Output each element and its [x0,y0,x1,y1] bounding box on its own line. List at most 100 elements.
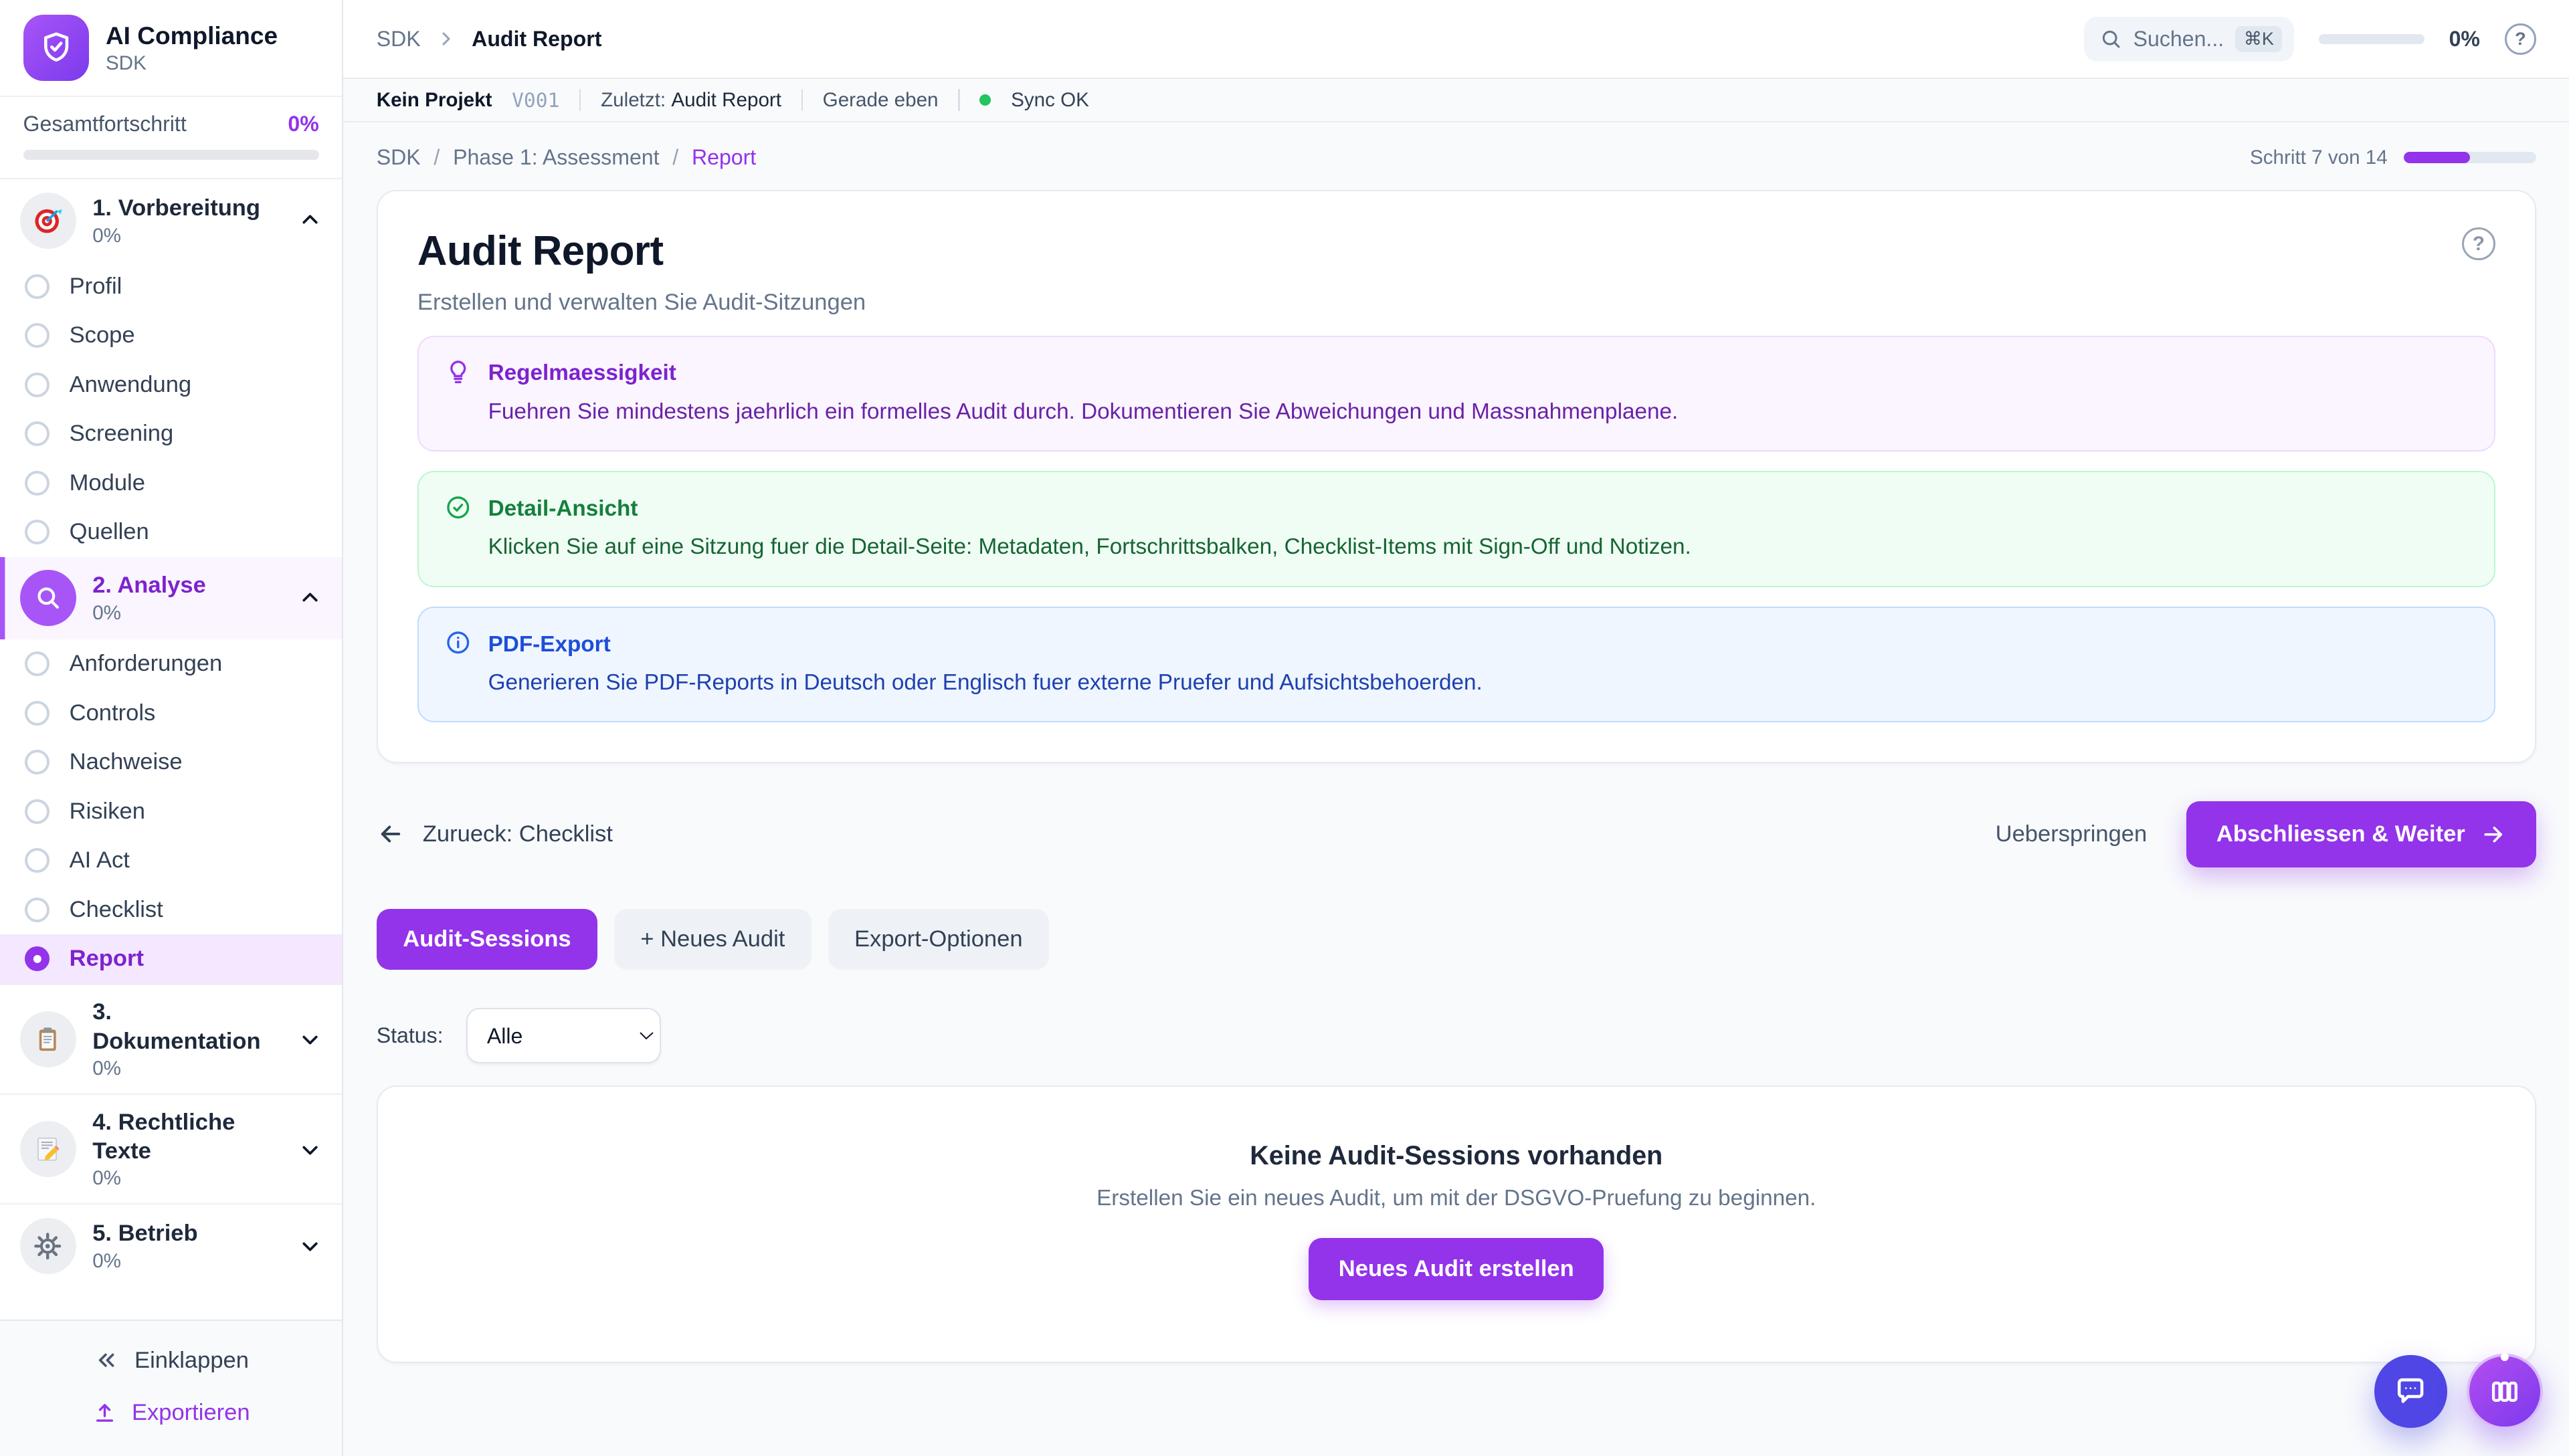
sidebar-item-scope[interactable]: Scope [0,311,342,360]
search-input[interactable]: Suchen... ⌘K [2084,17,2294,62]
tab-neues-audit[interactable]: + Neues Audit [614,909,812,970]
wizard-nav-row: Zurueck: Checklist Ueberspringen Abschli… [377,801,2536,867]
page-breadcrumb-row: SDK / Phase 1: Assessment / Report Schri… [377,145,2536,170]
sidebar-item-ai-act[interactable]: AI Act [0,836,342,886]
create-audit-button[interactable]: Neues Audit erstellen [1309,1238,1604,1301]
section-label: 1. Vorbereitung [92,194,260,223]
sidebar-item-anforderungen[interactable]: Anforderungen [0,639,342,689]
info-circle-icon [445,629,471,700]
audit-report-card: Audit Report ? Erstellen und verwalten S… [377,190,2536,764]
last-visited: Zuletzt: Audit Report [601,89,781,112]
radio-icon [25,373,50,397]
item-label: Module [70,470,145,496]
info-title: Regelmaessigkeit [488,356,1679,390]
sidebar-item-module[interactable]: Module [0,459,342,508]
help-icon[interactable]: ? [2505,23,2536,55]
status-select[interactable]: Alle [466,1008,661,1064]
app-subtitle: SDK [106,52,278,75]
card-help-icon[interactable]: ? [2462,227,2495,260]
last-label: Zuletzt: [601,89,666,111]
sidebar-item-report[interactable]: Report [0,934,342,984]
meta-statusbar: Kein Projekt V001 Zuletzt: Audit Report … [343,79,2569,122]
section-pct: 0% [92,1167,281,1190]
item-label: Profil [70,274,122,300]
sidebar-section-vorbereitung[interactable]: 1. Vorbereitung 0% [0,179,342,262]
help-glyph: ? [2473,233,2485,255]
app-title: AI Compliance [106,21,278,50]
breadcrumb-root[interactable]: SDK [377,27,421,51]
radio-icon [25,421,50,446]
item-label: Anwendung [70,372,192,398]
skip-button[interactable]: Ueberspringen [1996,821,2148,847]
back-button[interactable]: Zurueck: Checklist [377,820,613,848]
overall-progress-label: Gesamtfortschritt [23,112,187,136]
chevron-down-icon [298,1137,322,1162]
board-fab-button[interactable] [2467,1354,2543,1430]
empty-state-text: Erstellen Sie ein neues Audit, um mit de… [411,1186,2501,1211]
section-pct: 0% [92,225,260,247]
export-label: Exportieren [132,1400,250,1426]
sidebar-section-dokumentation[interactable]: 3. Dokumentation 0% [0,984,342,1094]
tab-audit-sessions[interactable]: Audit-Sessions [377,909,597,970]
sidebar-item-anwendung[interactable]: Anwendung [0,360,342,409]
memo-icon [20,1121,76,1177]
radio-icon [25,323,50,348]
collapse-sidebar-button[interactable]: Einklappen [93,1347,249,1373]
arrow-right-icon [2480,821,2506,847]
tab-export-optionen[interactable]: Export-Optionen [828,909,1050,970]
tabs: Audit-Sessions + Neues Audit Export-Opti… [377,909,2536,970]
section-pct: 0% [92,1250,197,1273]
sidebar-section-analyse[interactable]: 2. Analyse 0% [0,557,342,639]
item-label: Report [70,946,144,972]
item-label: AI Act [70,847,130,873]
item-label: Risiken [70,799,145,825]
sidebar-nav: 1. Vorbereitung 0% Profil Scope Anwendun… [0,179,342,1320]
complete-next-button[interactable]: Abschliessen & Weiter [2186,801,2536,867]
sync-status: Sync OK [1011,89,1089,112]
breadcrumb-current: Audit Report [472,27,601,51]
sidebar-section-betrieb[interactable]: 5. Betrieb 0% [0,1203,342,1287]
page-subtitle: Erstellen und verwalten Sie Audit-Sitzun… [417,290,2495,316]
page-content: SDK / Phase 1: Assessment / Report Schri… [343,122,2569,1456]
status-filter-row: Status: Alle [377,1008,2536,1064]
status-label: Status: [377,1023,444,1048]
last-time: Gerade eben [823,89,939,112]
sidebar-item-checklist[interactable]: Checklist [0,886,342,935]
item-label: Checklist [70,897,163,923]
page-breadcrumb: SDK / Phase 1: Assessment / Report [377,145,757,170]
chat-fab-button[interactable] [2374,1355,2447,1428]
section-pct: 0% [92,1057,281,1080]
chevron-up-icon [298,586,322,611]
page-title: Audit Report [417,227,664,275]
crumb-project[interactable]: SDK [377,145,421,170]
crumb-phase[interactable]: Phase 1: Assessment [453,145,659,170]
chevron-up-icon [298,208,322,233]
item-label: Quellen [70,519,149,545]
section-label: 5. Betrieb [92,1219,197,1248]
sidebar-item-quellen[interactable]: Quellen [0,508,342,557]
item-label: Screening [70,421,174,447]
floating-buttons [2374,1354,2543,1430]
arrow-left-icon [377,820,405,848]
collapse-label: Einklappen [134,1348,249,1374]
sidebar-item-risiken[interactable]: Risiken [0,787,342,837]
sidebar-section-rechtliche-texte[interactable]: 4. Rechtliche Texte 0% [0,1094,342,1203]
section-label: 3. Dokumentation [92,998,281,1055]
radio-icon [25,520,50,544]
empty-state-title: Keine Audit-Sessions vorhanden [411,1141,2501,1171]
radio-icon [25,750,50,774]
double-chevron-left-icon [93,1347,119,1373]
breadcrumb: SDK Audit Report [377,27,602,51]
divider [801,89,803,110]
export-button[interactable]: Exportieren [92,1400,250,1426]
empty-state-card: Keine Audit-Sessions vorhanden Erstellen… [377,1085,2536,1363]
item-label: Controls [70,700,156,726]
info-box-detail-ansicht: Detail-Ansicht Klicken Sie auf eine Sitz… [417,471,2495,587]
sidebar-item-profil[interactable]: Profil [0,262,342,311]
sidebar-item-nachweise[interactable]: Nachweise [0,738,342,787]
item-label: Scope [70,322,135,348]
chevron-down-icon [298,1233,322,1258]
sidebar-item-controls[interactable]: Controls [0,688,342,738]
radio-icon [25,651,50,676]
sidebar-item-screening[interactable]: Screening [0,409,342,459]
